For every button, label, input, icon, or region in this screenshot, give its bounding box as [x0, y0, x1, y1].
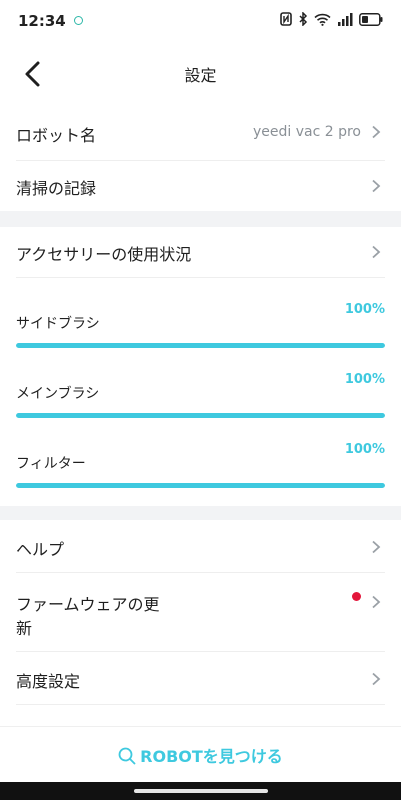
signal-icon: [338, 12, 353, 26]
robot-name-row[interactable]: ロボット名 yeedi vac 2 pro: [0, 104, 401, 160]
section-separator: [0, 211, 401, 227]
help-label: ヘルプ: [16, 540, 65, 559]
page-title: 設定: [184, 66, 217, 85]
cleaning-history-row[interactable]: 清掃の記録: [0, 161, 401, 211]
sync-icon: [74, 16, 83, 25]
chevron-right-icon: [372, 595, 381, 609]
update-badge-dot: [352, 592, 361, 601]
filter-progress: [16, 483, 385, 488]
accessory-usage-label: アクセサリーの使用状況: [16, 245, 192, 264]
chevron-right-icon: [372, 245, 381, 259]
find-robot-button[interactable]: ROBOTを見つける: [0, 743, 401, 767]
status-time: 12:34: [18, 12, 66, 30]
side-brush-percent: 100%: [344, 302, 385, 317]
battery-icon: [359, 12, 383, 26]
side-brush-label: サイドブラシ: [16, 316, 100, 332]
bottom-action-bar: ROBOTを見つける: [0, 726, 401, 783]
main-brush-progress: [16, 413, 385, 418]
firmware-update-label-line1: ファームウェアの更: [16, 595, 160, 614]
search-icon: [118, 747, 136, 765]
chevron-right-icon: [372, 179, 381, 193]
robot-name-label: ロボット名: [16, 126, 97, 145]
firmware-update-row[interactable]: ファームウェアの更 新: [0, 573, 401, 651]
filter-label: フィルター: [16, 456, 86, 472]
divider: [16, 277, 385, 278]
divider: [16, 704, 385, 705]
home-indicator[interactable]: [134, 789, 268, 793]
status-icons: [280, 12, 383, 26]
firmware-update-label-line2: 新: [16, 619, 33, 638]
section-separator: [0, 506, 401, 520]
filter-percent: 100%: [344, 442, 385, 457]
wifi-icon: [314, 13, 331, 26]
find-robot-label: ROBOTを見つける: [140, 747, 283, 766]
chevron-right-icon: [372, 672, 381, 686]
chevron-right-icon: [372, 540, 381, 554]
main-brush-label: メインブラシ: [16, 386, 100, 402]
accessory-usage-row[interactable]: アクセサリーの使用状況: [0, 227, 401, 277]
status-bar: 12:34: [0, 0, 401, 44]
advanced-settings-row[interactable]: 高度設定: [0, 652, 401, 704]
advanced-settings-label: 高度設定: [16, 672, 81, 691]
main-brush-percent: 100%: [344, 372, 385, 387]
app-header: 設定: [0, 44, 401, 104]
chevron-right-icon: [372, 125, 381, 139]
filter-progress-fill: [16, 483, 385, 488]
side-brush-progress: [16, 343, 385, 348]
robot-name-value: yeedi vac 2 pro: [252, 124, 361, 140]
cleaning-history-label: 清掃の記録: [16, 179, 97, 198]
help-row[interactable]: ヘルプ: [0, 520, 401, 572]
main-brush-progress-fill: [16, 413, 385, 418]
side-brush-progress-fill: [16, 343, 385, 348]
bluetooth-icon: [299, 12, 308, 26]
system-nav-bar: [0, 782, 401, 800]
nfc-icon: [280, 12, 292, 26]
